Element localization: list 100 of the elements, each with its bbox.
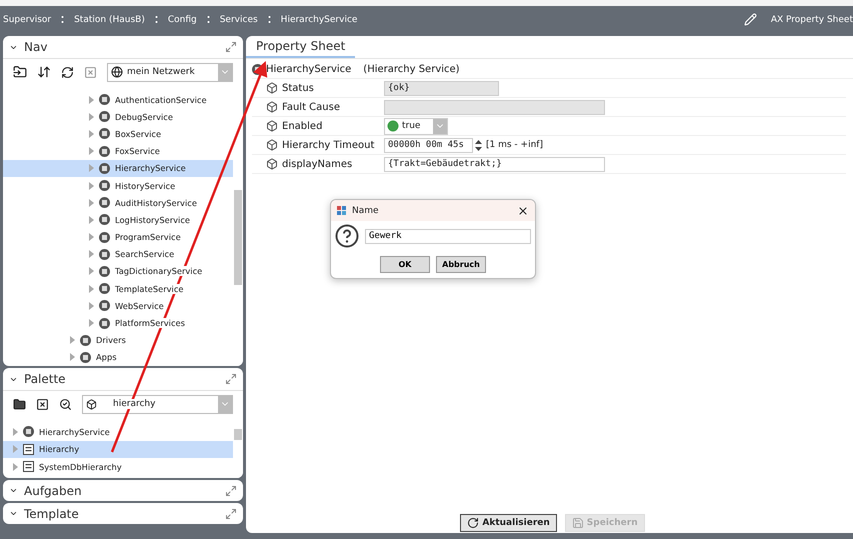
boolean-dropdown[interactable]: true <box>384 118 448 134</box>
tab[interactable]: Property Sheet <box>246 36 356 58</box>
tree-item[interactable]: FoxService <box>3 142 233 160</box>
tree-item[interactable]: TemplateService <box>3 280 233 298</box>
separator-icon <box>154 15 158 24</box>
collapse-icon[interactable] <box>9 486 18 495</box>
tree-item[interactable]: LogHistoryService <box>3 211 233 228</box>
tree-item[interactable]: DebugService <box>3 108 233 126</box>
save-icon <box>572 517 584 529</box>
spinner-icon[interactable] <box>475 140 482 150</box>
dialog-button[interactable]: OK <box>380 256 430 273</box>
tree-item[interactable]: Apps <box>3 348 233 366</box>
property-name: Hierarchy Timeout <box>282 140 376 150</box>
tree-item[interactable]: Drivers <box>3 332 233 349</box>
service-icon <box>99 94 110 106</box>
tree-item[interactable]: SearchService <box>3 246 233 263</box>
expand-arrow-icon[interactable] <box>13 445 18 454</box>
component-type: (Hierarchy Service) <box>363 64 460 75</box>
service-icon <box>99 300 110 312</box>
expand-arrow-icon[interactable] <box>13 462 18 471</box>
folder-icon[interactable] <box>13 65 27 79</box>
action-button[interactable]: Aktualisieren <box>460 514 557 532</box>
service-icon <box>99 318 110 329</box>
readonly-field: {ok} <box>384 80 499 96</box>
breadcrumb-link[interactable]: Station (HausB) <box>74 14 145 24</box>
folder-icon[interactable] <box>13 398 26 410</box>
tree-item[interactable]: BoxService <box>3 125 233 143</box>
tree-item[interactable]: AuditHistoryService <box>3 194 233 212</box>
tree-item[interactable]: AuthenticationService <box>3 91 233 108</box>
search-icon[interactable] <box>59 398 72 410</box>
separator-icon <box>268 15 271 24</box>
service-icon <box>99 214 110 226</box>
property-name: Enabled <box>282 120 324 132</box>
panel-title: Nav <box>24 40 48 54</box>
service-icon <box>99 232 110 243</box>
close-icon[interactable] <box>36 398 49 410</box>
service-icon <box>80 334 91 346</box>
breadcrumb-link[interactable]: HierarchyService <box>280 14 358 24</box>
refresh-icon[interactable] <box>61 66 74 78</box>
refresh-icon <box>467 517 480 529</box>
tree-item[interactable]: ProgramService <box>3 228 233 246</box>
list-icon <box>23 461 34 472</box>
property-icon <box>266 82 278 94</box>
tree-item[interactable]: PlatformServices <box>3 314 233 332</box>
service-icon <box>23 426 34 438</box>
expand-arrow-icon[interactable] <box>13 428 18 436</box>
globe-icon <box>111 66 123 78</box>
property-name: Status <box>282 82 315 94</box>
separator-icon <box>206 15 210 24</box>
component-name: HierarchyService <box>266 64 352 75</box>
maximize-icon[interactable] <box>225 373 237 385</box>
service-icon <box>99 180 110 192</box>
service-icon <box>99 197 110 208</box>
close-icon[interactable] <box>517 204 529 216</box>
tree-item[interactable]: TagDictionaryService <box>3 262 233 280</box>
panel-title: Template <box>24 506 80 520</box>
list-icon <box>23 444 34 455</box>
sort-icon[interactable] <box>37 65 51 79</box>
separator-icon <box>61 15 64 24</box>
service-icon <box>99 162 110 174</box>
pencil-icon[interactable] <box>744 13 757 26</box>
tree-item[interactable]: Hierarchy <box>3 440 233 458</box>
breadcrumb-link[interactable]: Supervisor <box>3 14 52 24</box>
service-icon <box>99 146 110 157</box>
view-name[interactable]: AX Property Sheet <box>770 14 853 24</box>
palette-dropdown[interactable]: hierarchy <box>82 394 233 414</box>
status-dot-icon <box>387 120 399 132</box>
service-icon <box>99 283 110 294</box>
tree-item[interactable]: SystemDbHierarchy <box>3 458 233 476</box>
tree-item[interactable]: HierarchyService <box>3 160 233 177</box>
maximize-icon[interactable] <box>225 484 237 496</box>
service-icon <box>99 248 110 260</box>
expand-arrow-icon[interactable] <box>89 319 94 328</box>
breadcrumb-link[interactable]: Config <box>168 14 197 24</box>
property-icon <box>266 120 278 132</box>
panel-title: Aufgaben <box>24 484 83 498</box>
property-name: displayNames <box>282 158 354 170</box>
name-input[interactable]: Gewerk <box>365 228 531 244</box>
maximize-icon[interactable] <box>225 508 237 520</box>
tree-item[interactable]: HistoryService <box>3 176 233 194</box>
property-name: Fault Cause <box>282 102 341 112</box>
app-logo-icon <box>337 206 347 216</box>
collapse-icon[interactable] <box>9 509 18 518</box>
question-icon <box>335 224 359 248</box>
tree-item[interactable]: HierarchyService <box>3 423 233 441</box>
property-icon <box>266 158 278 170</box>
maximize-icon[interactable] <box>225 41 237 53</box>
panel-title: Palette <box>24 372 67 386</box>
text-field[interactable]: {Trakt=Gebäudetrakt;} <box>384 156 605 172</box>
property-icon <box>266 101 278 113</box>
range-label: [1 ms - +inf] <box>486 140 543 150</box>
property-icon <box>266 139 278 151</box>
breadcrumb-link[interactable]: Services <box>220 14 258 24</box>
network-dropdown[interactable]: mein Netzwerk <box>107 62 233 82</box>
dialog-button[interactable]: Abbruch <box>436 256 486 273</box>
service-icon <box>80 352 91 363</box>
tree-item[interactable]: WebService <box>3 297 233 314</box>
dialog-title: Name <box>352 206 380 216</box>
duration-field[interactable]: 00000h 00m 45s <box>384 138 473 152</box>
service-icon <box>99 128 110 140</box>
